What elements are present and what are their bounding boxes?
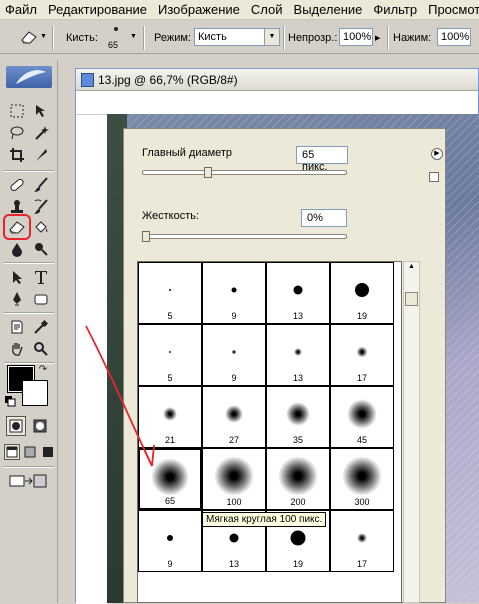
- annotation-arrow: [85, 325, 155, 467]
